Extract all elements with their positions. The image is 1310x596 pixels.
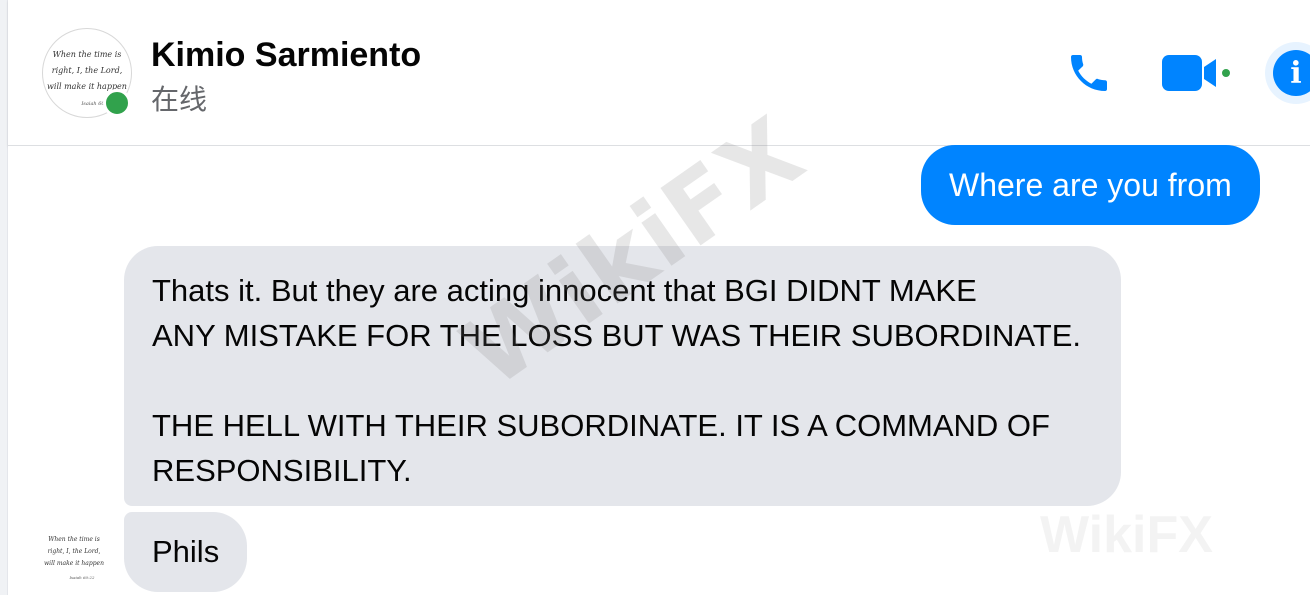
svg-text:right, I, the Lord,: right, I, the Lord, bbox=[52, 66, 122, 75]
phone-icon bbox=[1071, 55, 1107, 91]
svg-text:When the time is: When the time is bbox=[53, 50, 122, 59]
message-line: THE HELL WITH THEIR SUBORDINATE. IT IS A… bbox=[152, 408, 1050, 443]
chat-header: When the time is right, I, the Lord, wil… bbox=[8, 0, 1310, 146]
incoming-message[interactable]: Phils bbox=[124, 512, 248, 592]
contact-status: 在线 bbox=[151, 84, 208, 115]
online-status-dot bbox=[103, 89, 131, 117]
video-camera-icon bbox=[1162, 55, 1230, 91]
voice-call-button[interactable] bbox=[1061, 45, 1117, 101]
message-thread[interactable]: Where are you from Thats it. But they ar… bbox=[8, 145, 1310, 595]
conversation-info-button[interactable]: i bbox=[1265, 42, 1310, 104]
message-line: Thats it. But they are acting innocent t… bbox=[152, 273, 977, 308]
svg-text:Isaiah 60:22: Isaiah 60:22 bbox=[68, 575, 95, 580]
avatar-image: When the time is right, I, the Lord, wil… bbox=[44, 536, 104, 580]
svg-text:will make it happen: will make it happen bbox=[44, 560, 104, 567]
video-call-button[interactable] bbox=[1154, 45, 1236, 101]
message-line: ANY MISTAKE FOR THE LOSS BUT WAS THEIR S… bbox=[152, 318, 1082, 353]
info-icon: i bbox=[1273, 50, 1310, 96]
left-panel-edge bbox=[0, 0, 8, 595]
sender-avatar[interactable]: When the time is right, I, the Lord, wil… bbox=[42, 527, 106, 591]
incoming-message[interactable]: Thats it. But they are acting innocent t… bbox=[124, 246, 1121, 506]
message-line: RESPONSIBILITY. bbox=[152, 453, 412, 488]
svg-text:When the time is: When the time is bbox=[48, 536, 100, 543]
svg-text:right, I, the Lord,: right, I, the Lord, bbox=[48, 548, 101, 555]
outgoing-message[interactable]: Where are you from bbox=[921, 145, 1260, 225]
contact-name[interactable]: Kimio Sarmiento bbox=[151, 36, 421, 75]
